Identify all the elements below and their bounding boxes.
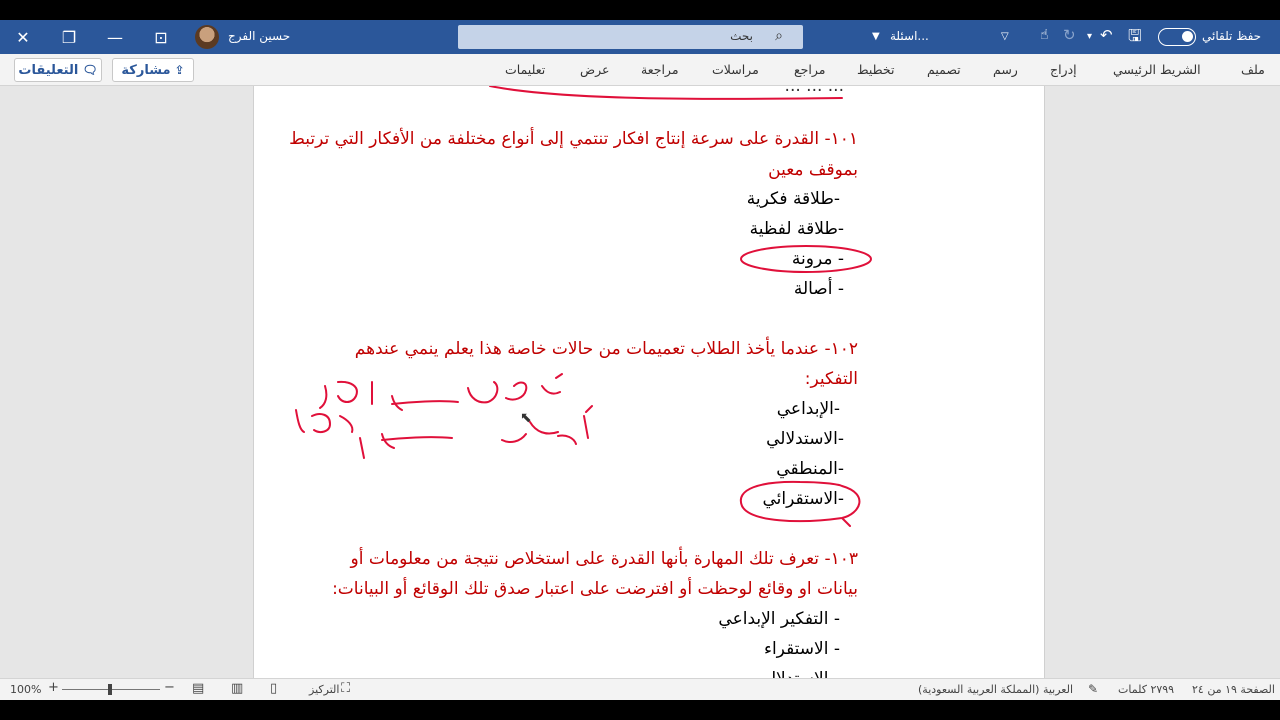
document-page[interactable]: ... ... ... ١٠١- القدرة على سرعة إنتاج ا… bbox=[253, 86, 1045, 678]
status-bar: 100% + − ▤ ▥ ▯ التركيز ⛶ العربية (المملك… bbox=[0, 678, 1280, 700]
tab-references[interactable]: مراجع bbox=[794, 62, 825, 77]
word-window: ✕ ❐ — ⊡ حسين الفرج بحث ⌕ ▼ اسئلة... ▽ ☝ … bbox=[0, 0, 1280, 720]
page-number[interactable]: الصفحة ١٩ من ٢٤ bbox=[1192, 683, 1275, 696]
search-label: بحث bbox=[730, 29, 753, 43]
q103-option-3: - الاستدلال bbox=[764, 667, 840, 678]
autosave-toggle[interactable] bbox=[1158, 28, 1196, 46]
restore-icon[interactable]: ❐ bbox=[46, 20, 92, 54]
word-count[interactable]: ٢٧٩٩ كلمات bbox=[1118, 683, 1174, 696]
tab-view[interactable]: عرض bbox=[580, 62, 609, 77]
q102-option-3: -المنطقي bbox=[776, 459, 844, 479]
q103-option-2: - الاستقراء bbox=[763, 639, 840, 659]
redo-icon[interactable]: ↻ bbox=[1063, 26, 1076, 44]
ribbon-display-icon[interactable]: ⊡ bbox=[138, 20, 184, 54]
bottom-letterbox bbox=[0, 700, 1280, 720]
q102-option-2: -الاستدلالي bbox=[766, 429, 844, 449]
tab-layout[interactable]: تخطيط bbox=[857, 62, 894, 77]
language-indicator[interactable]: العربية (المملكة العربية السعودية) bbox=[918, 683, 1073, 696]
focus-label[interactable]: التركيز bbox=[309, 683, 339, 696]
zoom-in-icon[interactable]: + bbox=[48, 680, 59, 695]
autosave-label: حفظ تلقائي bbox=[1202, 29, 1262, 43]
tab-design[interactable]: تصميم bbox=[927, 62, 961, 77]
title-bar: ✕ ❐ — ⊡ حسين الفرج بحث ⌕ ▼ اسئلة... ▽ ☝ … bbox=[0, 20, 1280, 54]
q101-text: ١٠١- القدرة على سرعة إنتاج افكار تنتمي إ… bbox=[289, 129, 858, 149]
ribbon-tabs: التعليقات 🗨 مشاركة ⇪ ملف الشريط الرئيسي … bbox=[0, 54, 1280, 86]
zoom-out-icon[interactable]: − bbox=[164, 680, 175, 695]
tab-insert[interactable]: إدراج bbox=[1050, 62, 1077, 77]
q101-option-2: -طلاقة لفظية bbox=[749, 219, 844, 239]
tab-help[interactable]: تعليمات bbox=[505, 62, 545, 77]
web-layout-icon[interactable]: ▤ bbox=[192, 681, 204, 696]
save-icon[interactable]: 🖫 bbox=[1128, 25, 1142, 52]
tab-review[interactable]: مراجعة bbox=[641, 62, 679, 77]
minimize-icon[interactable]: — bbox=[92, 20, 138, 54]
comment-icon: 🗨 bbox=[82, 63, 98, 77]
doc-name[interactable]: اسئلة... bbox=[890, 29, 929, 43]
comments-button[interactable]: التعليقات 🗨 bbox=[14, 58, 102, 82]
document-area[interactable]: ... ... ... ١٠١- القدرة على سرعة إنتاج ا… bbox=[0, 86, 1280, 678]
mouse-cursor-icon: ⬉ bbox=[520, 410, 532, 426]
q102-option-1: -الإبداعي bbox=[776, 399, 840, 419]
share-icon: ⇪ bbox=[174, 63, 185, 77]
avatar[interactable] bbox=[195, 25, 219, 49]
q101-option-1: -طلاقة فكرية bbox=[746, 189, 840, 209]
q103-option-1: - التفكير الإبداعي bbox=[718, 609, 840, 629]
tab-draw[interactable]: رسم bbox=[993, 62, 1018, 77]
top-letterbox bbox=[0, 0, 1280, 20]
focus-icon[interactable]: ⛶ bbox=[341, 681, 350, 696]
q101-option-3: - مرونة bbox=[791, 249, 844, 269]
q102-text: ١٠٢- عندما يأخذ الطلاب تعميمات من حالات … bbox=[354, 339, 858, 359]
q103-text-cont: بيانات او وقائع لوحظت أو افترضت على اعتب… bbox=[332, 579, 858, 599]
tab-home[interactable]: الشريط الرئيسي bbox=[1113, 62, 1201, 77]
proofing-icon[interactable]: ✎ bbox=[1088, 682, 1098, 696]
zoom-level[interactable]: 100% bbox=[10, 683, 41, 696]
cut-off-line: ... ... ... bbox=[784, 86, 844, 96]
q102-option-4: -الاستقرائي bbox=[762, 489, 844, 509]
toggle-knob bbox=[1182, 31, 1193, 42]
tab-mailings[interactable]: مراسلات bbox=[712, 62, 759, 77]
tab-file[interactable]: ملف bbox=[1241, 62, 1265, 77]
user-name[interactable]: حسين الفرج bbox=[228, 29, 290, 43]
q101-text-cont: بموقف معين bbox=[768, 160, 858, 180]
touch-mode-icon[interactable]: ☝ bbox=[1040, 27, 1049, 43]
zoom-slider-thumb[interactable] bbox=[108, 684, 112, 695]
print-layout-icon[interactable]: ▥ bbox=[231, 681, 243, 696]
close-icon[interactable]: ✕ bbox=[0, 20, 46, 54]
q102-text-cont: التفكير: bbox=[804, 369, 858, 389]
customize-qat-icon[interactable]: ▽ bbox=[1001, 31, 1009, 42]
undo-dropdown-icon[interactable]: ▾ bbox=[1087, 31, 1092, 42]
q101-option-4: - أصالة bbox=[793, 279, 844, 299]
share-button[interactable]: مشاركة ⇪ bbox=[112, 58, 194, 82]
search-icon: ⌕ bbox=[775, 28, 783, 44]
undo-icon[interactable]: ↶ bbox=[1100, 26, 1113, 44]
q103-text: ١٠٣- تعرف تلك المهارة بأنها القدرة على ا… bbox=[350, 549, 858, 569]
comments-label: التعليقات bbox=[18, 62, 79, 78]
read-mode-icon[interactable]: ▯ bbox=[270, 681, 277, 696]
search-box[interactable]: بحث ⌕ bbox=[458, 25, 803, 49]
doc-name-dropdown-icon[interactable]: ▼ bbox=[872, 31, 880, 42]
share-label: مشاركة bbox=[121, 62, 171, 78]
